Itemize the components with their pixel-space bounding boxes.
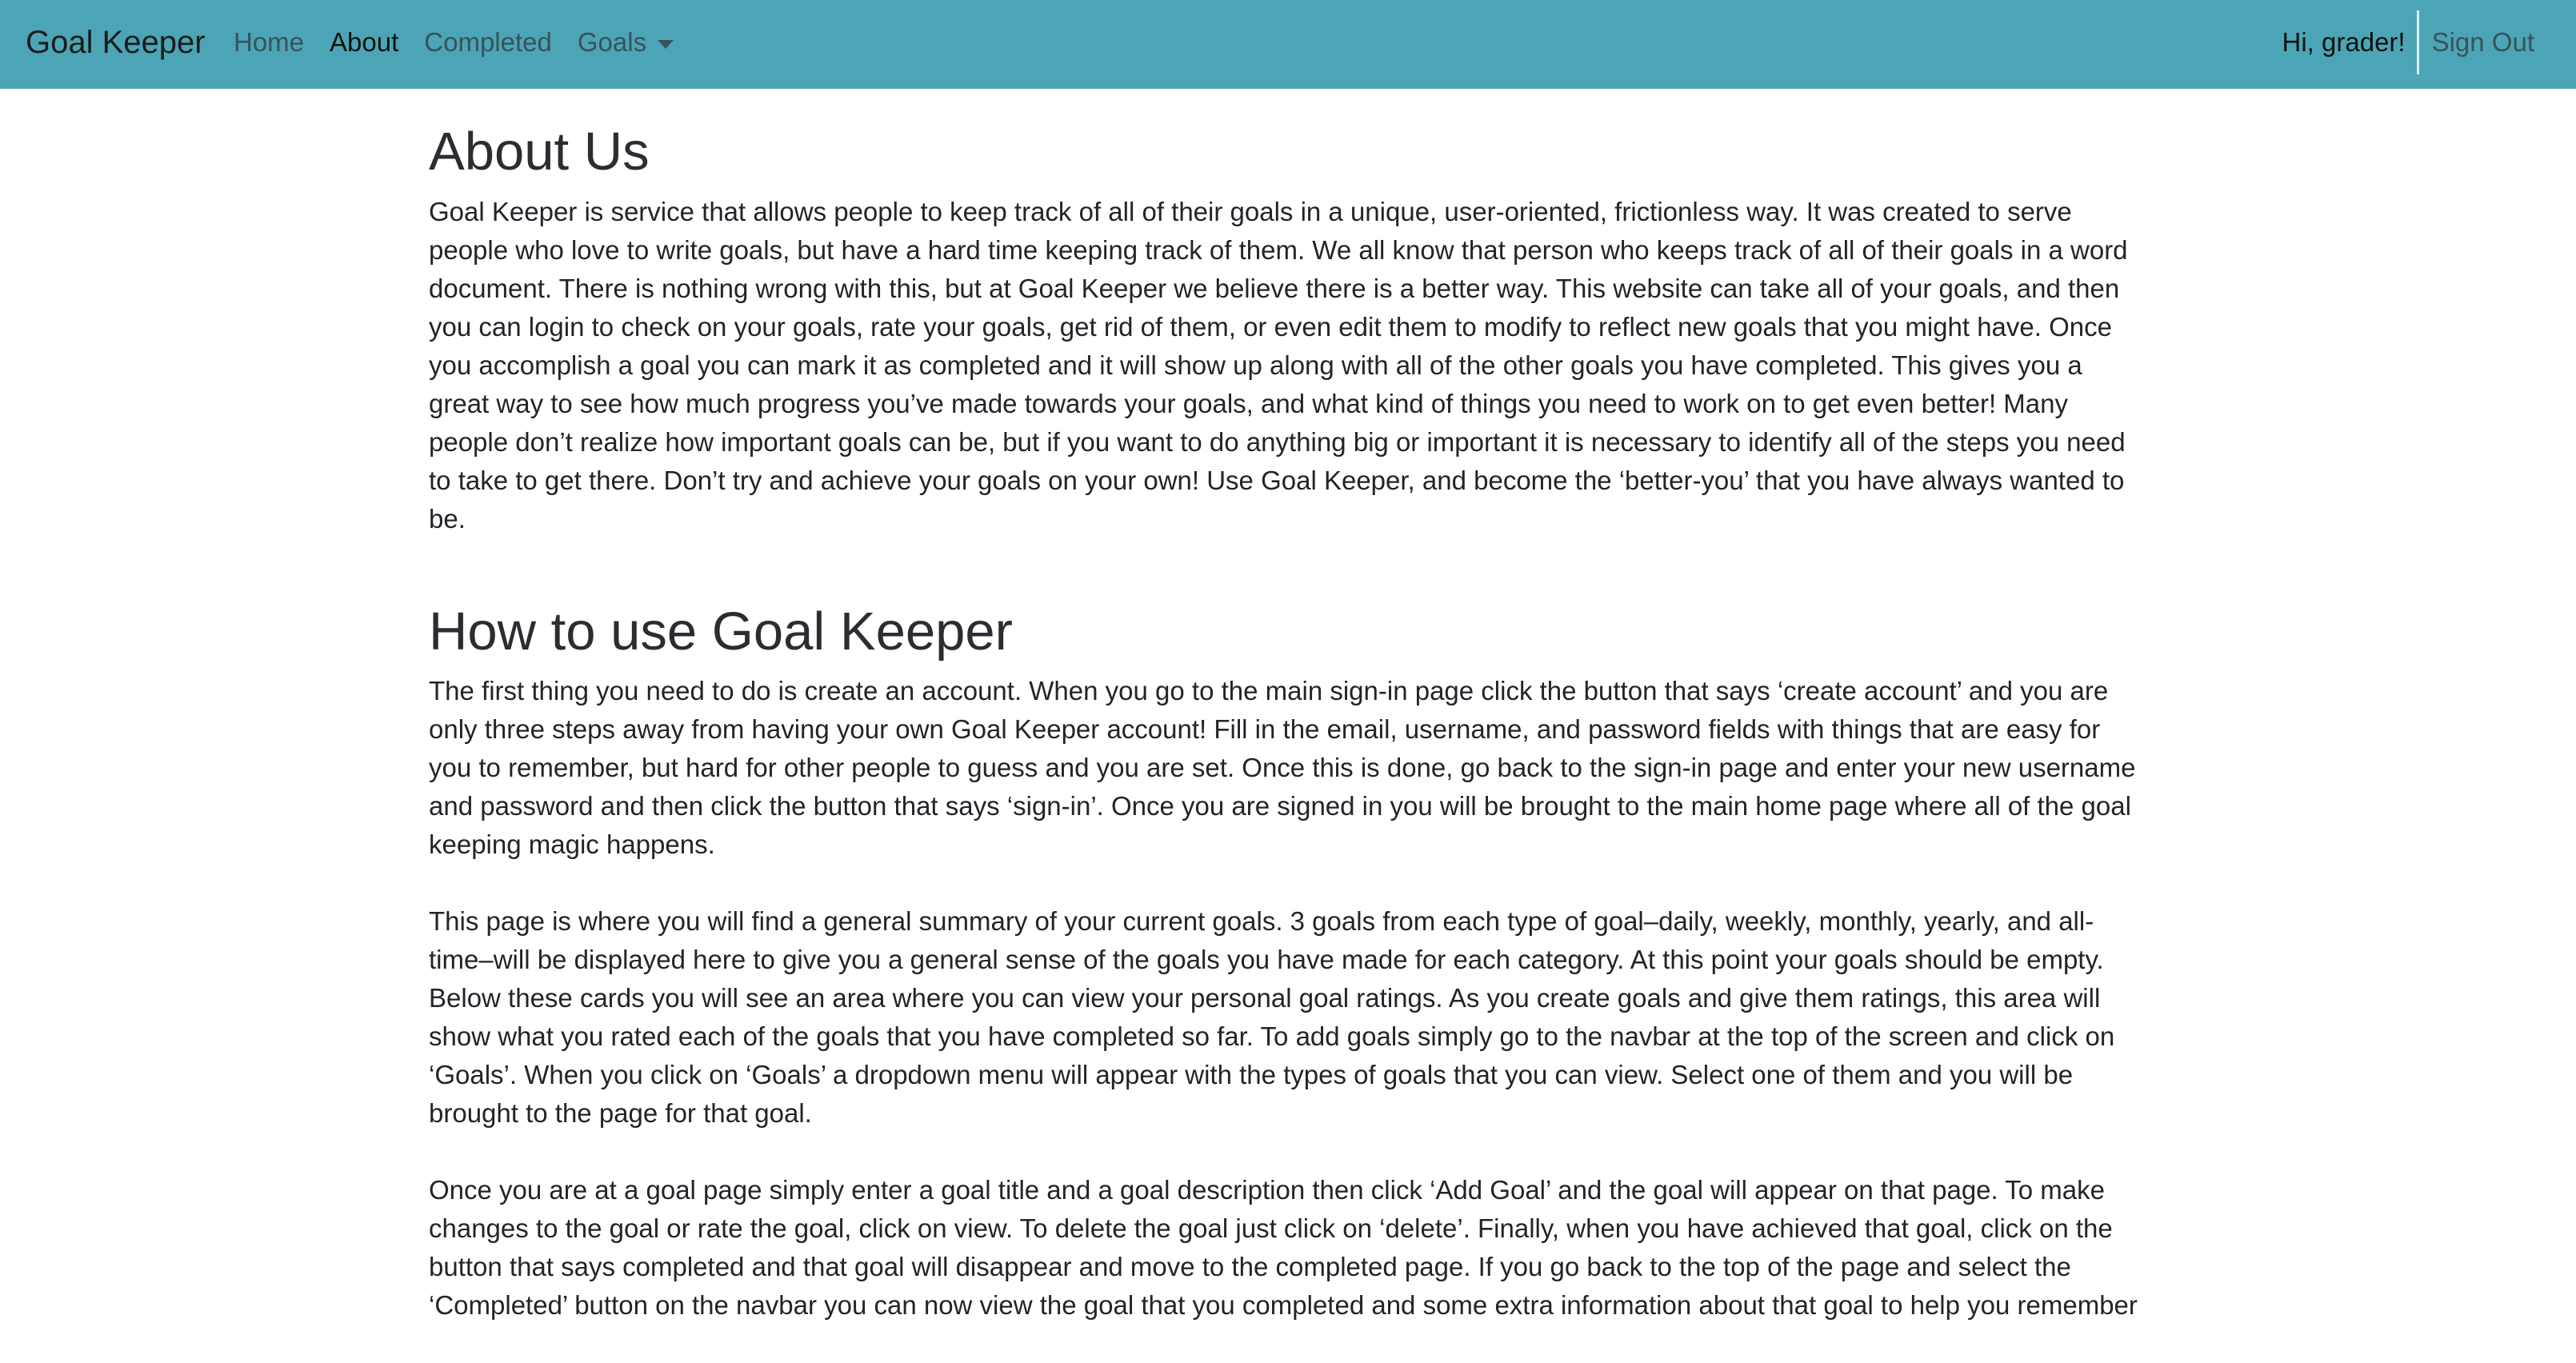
nav-goals-dropdown[interactable]: Goals — [578, 27, 674, 58]
howto-paragraph: This page is where you will find a gener… — [429, 906, 2115, 1129]
about-title: About Us — [429, 122, 650, 182]
sign-out-link[interactable]: Sign Out — [2432, 27, 2534, 58]
nav-links: Home About Completed Goals — [234, 0, 699, 85]
nav-goals-label: Goals — [577, 27, 647, 57]
nav-completed[interactable]: Completed — [424, 27, 552, 58]
about-paragraph: Goal Keeper is service that allows peopl… — [429, 196, 2128, 534]
top-navbar: Goal Keeper Home About Completed Goals H… — [0, 0, 2576, 89]
nav-about[interactable]: About — [330, 27, 398, 58]
brand-logo[interactable]: Goal Keeper — [26, 0, 206, 85]
howto-title: How to use Goal Keeper — [429, 601, 1013, 662]
howto-paragraph: The first thing you need to do is create… — [429, 676, 2136, 860]
main-content: About Us Goal Keeper is service that all… — [429, 89, 2141, 1363]
nav-divider — [2416, 10, 2419, 74]
howto-paragraph: Once you are at a goal page simply enter… — [429, 1175, 2138, 1321]
user-greeting: Hi, grader! — [2282, 27, 2406, 57]
nav-home[interactable]: Home — [234, 27, 304, 58]
nav-user-area: Hi, grader! Sign Out — [2282, 0, 2534, 85]
chevron-down-icon — [658, 39, 674, 49]
